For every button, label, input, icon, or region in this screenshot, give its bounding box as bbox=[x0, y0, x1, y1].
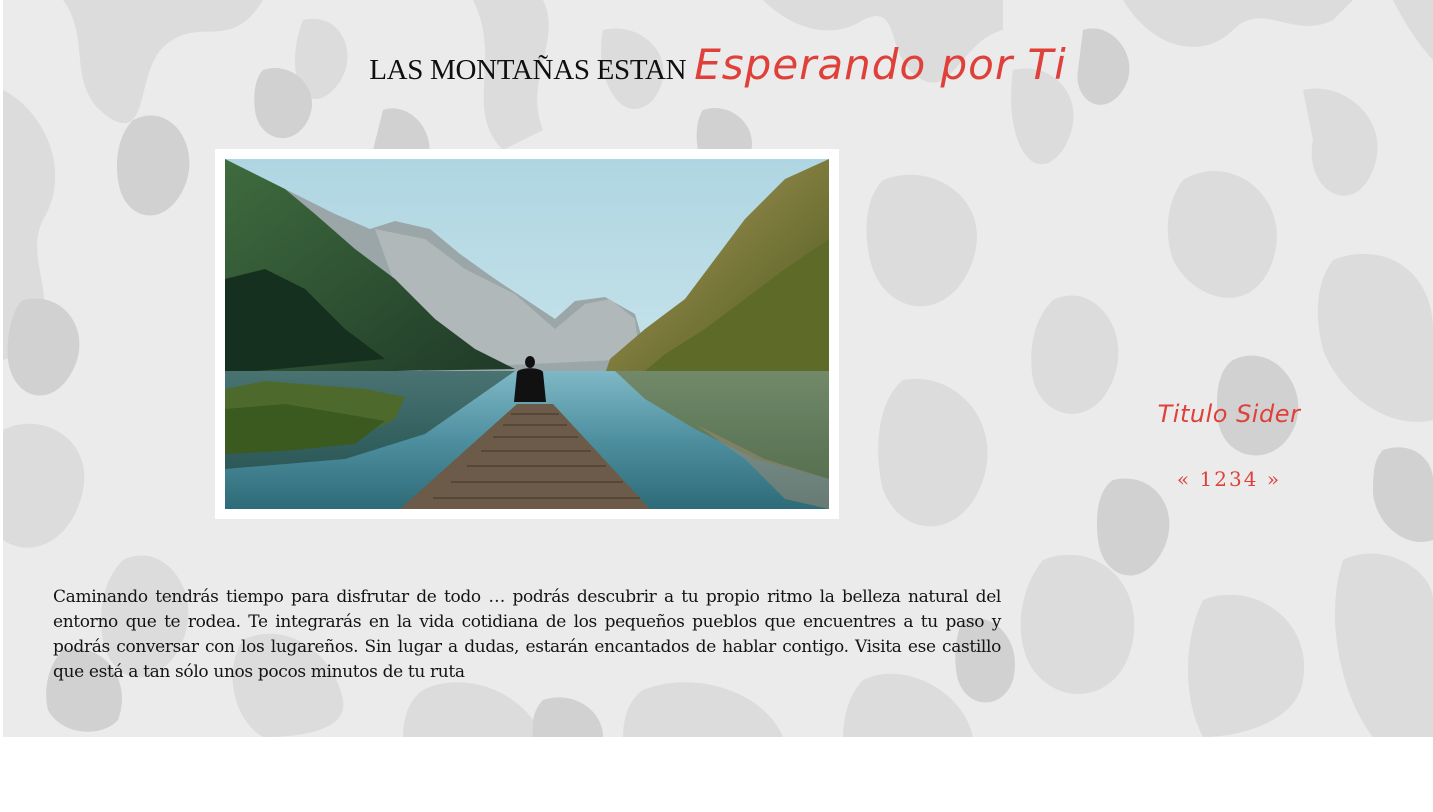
pagination-prev[interactable]: « bbox=[1177, 467, 1191, 491]
pagination-page-2[interactable]: 2 bbox=[1214, 467, 1229, 491]
hero-photo-frame bbox=[215, 149, 839, 519]
pagination-page-4[interactable]: 4 bbox=[1244, 467, 1259, 491]
content-paragraph: Caminando tendrás tiempo para disfrutar … bbox=[53, 587, 1001, 682]
pagination-next[interactable]: » bbox=[1267, 467, 1281, 491]
page: LAS MONTAÑAS ESTAN Esperando por Ti Titu… bbox=[0, 0, 1433, 812]
sidebar-title: Titulo Sider bbox=[1157, 400, 1301, 428]
pagination-page-3[interactable]: 3 bbox=[1229, 467, 1244, 491]
mountain-lake-photo bbox=[225, 159, 829, 509]
hero-section: LAS MONTAÑAS ESTAN Esperando por Ti Titu… bbox=[3, 0, 1433, 737]
page-title-script: Esperando por Ti bbox=[694, 40, 1067, 89]
page-title-plain: LAS MONTAÑAS ESTAN bbox=[369, 54, 687, 86]
pagination-page-1[interactable]: 1 bbox=[1200, 467, 1215, 491]
page-title: LAS MONTAÑAS ESTAN Esperando por Ti bbox=[3, 40, 1433, 89]
pagination: « 1234 » bbox=[1163, 467, 1295, 491]
